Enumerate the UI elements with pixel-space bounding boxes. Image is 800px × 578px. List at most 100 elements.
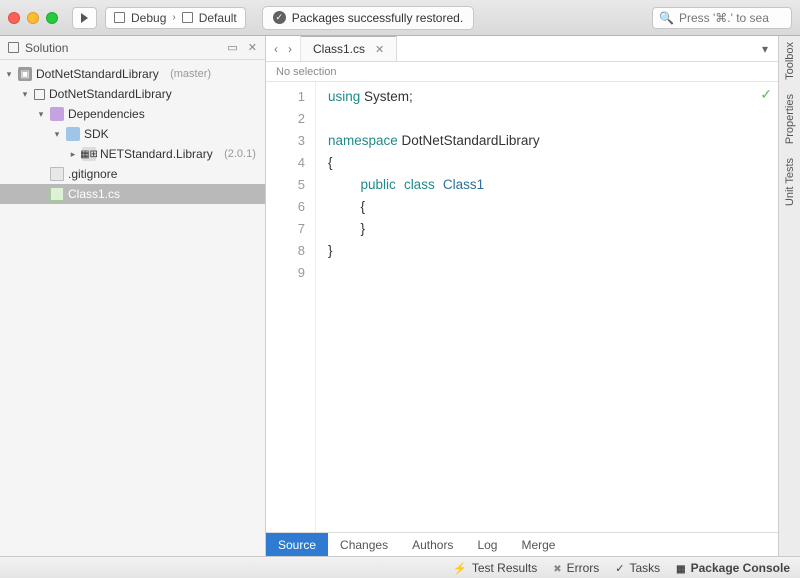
nav-back-button[interactable]: ‹ bbox=[274, 42, 278, 56]
disclosure-triangle-icon[interactable]: ▾ bbox=[52, 129, 62, 140]
configuration-selector[interactable]: Debug › Default bbox=[105, 7, 246, 29]
brace: { bbox=[328, 155, 333, 170]
global-search[interactable]: 🔍 bbox=[652, 7, 792, 29]
editor-tabstrip: ‹ › Class1.cs ✕ ▾ bbox=[266, 36, 778, 62]
status-errors[interactable]: Errors bbox=[553, 561, 599, 575]
class-name: Class1 bbox=[443, 177, 484, 192]
tab-title: Class1.cs bbox=[313, 42, 365, 56]
rail-unit-tests[interactable]: Unit Tests bbox=[784, 158, 796, 206]
config-icon bbox=[114, 12, 125, 23]
status-tasks[interactable]: Tasks bbox=[615, 561, 660, 575]
line-number: 5 bbox=[266, 174, 305, 196]
package-icon: ⊞ bbox=[82, 147, 96, 161]
csharp-file-icon bbox=[50, 187, 64, 201]
sdk-node[interactable]: ▾ SDK bbox=[0, 124, 265, 144]
disclosure-triangle-icon[interactable]: ▸ bbox=[68, 149, 78, 160]
line-number: 8 bbox=[266, 240, 305, 262]
config-label: Debug bbox=[131, 11, 166, 25]
rail-label: Toolbox bbox=[784, 42, 796, 80]
package-node[interactable]: ▸ ⊞ NETStandard.Library (2.0.1) bbox=[0, 144, 265, 164]
line-number: 4 bbox=[266, 152, 305, 174]
breadcrumb-bar[interactable]: No selection bbox=[266, 62, 778, 82]
dependencies-label: Dependencies bbox=[68, 107, 145, 121]
editor-area: ‹ › Class1.cs ✕ ▾ No selection ✓ 1 2 3 4… bbox=[266, 36, 778, 556]
bolt-icon bbox=[453, 561, 467, 575]
editor-tab-menu-button[interactable]: ▾ bbox=[752, 36, 778, 61]
dependencies-node[interactable]: ▾ Dependencies bbox=[0, 104, 265, 124]
folder-icon bbox=[50, 107, 64, 121]
chevron-right-icon: › bbox=[172, 12, 175, 23]
tab-changes[interactable]: Changes bbox=[328, 533, 400, 556]
breadcrumb-text: No selection bbox=[276, 66, 337, 78]
nav-forward-button[interactable]: › bbox=[288, 42, 292, 56]
line-number: 1 bbox=[266, 86, 305, 108]
rail-properties[interactable]: Properties bbox=[784, 94, 796, 144]
line-number: 2 bbox=[266, 108, 305, 130]
class1-node[interactable]: Class1.cs bbox=[0, 184, 265, 204]
rail-toolbox[interactable]: Toolbox bbox=[784, 42, 796, 80]
project-label: DotNetStandardLibrary bbox=[49, 87, 172, 101]
brace: } bbox=[361, 221, 366, 236]
status-bar: Test Results Errors Tasks Package Consol… bbox=[0, 556, 800, 578]
rail-label: Properties bbox=[784, 94, 796, 144]
zoom-window-button[interactable] bbox=[46, 12, 58, 24]
solution-pad: Solution ▭ ✕ ▾ ▣ DotNetStandardLibrary (… bbox=[0, 36, 266, 556]
brace: { bbox=[361, 199, 366, 214]
tab-merge[interactable]: Merge bbox=[509, 533, 567, 556]
solution-pad-header: Solution ▭ ✕ bbox=[0, 36, 265, 60]
pad-options-button[interactable]: ▭ bbox=[227, 41, 237, 54]
solution-node[interactable]: ▾ ▣ DotNetStandardLibrary (master) bbox=[0, 64, 265, 84]
search-input[interactable] bbox=[679, 11, 785, 25]
project-node[interactable]: ▾ DotNetStandardLibrary bbox=[0, 84, 265, 104]
main-area: Solution ▭ ✕ ▾ ▣ DotNetStandardLibrary (… bbox=[0, 36, 800, 556]
label: Test Results bbox=[472, 561, 537, 575]
kw-using: using bbox=[328, 89, 360, 104]
kw-public: public bbox=[361, 177, 396, 192]
status-test-results[interactable]: Test Results bbox=[453, 561, 537, 575]
label: Package Console bbox=[691, 561, 790, 575]
solution-icon: ▣ bbox=[18, 67, 32, 81]
disclosure-triangle-icon[interactable]: ▾ bbox=[20, 89, 30, 100]
package-version: (2.0.1) bbox=[224, 148, 256, 160]
gitignore-node[interactable]: .gitignore bbox=[0, 164, 265, 184]
solution-tree: ▾ ▣ DotNetStandardLibrary (master) ▾ Dot… bbox=[0, 60, 265, 208]
tab-close-button[interactable]: ✕ bbox=[375, 43, 384, 56]
check-icon bbox=[615, 561, 624, 575]
branch-label: (master) bbox=[170, 68, 211, 80]
disclosure-triangle-icon[interactable]: ▾ bbox=[36, 109, 46, 120]
disclosure-triangle-icon[interactable]: ▾ bbox=[4, 69, 14, 80]
code-content[interactable]: using System; namespace DotNetStandardLi… bbox=[316, 82, 778, 532]
target-icon bbox=[182, 12, 193, 23]
solution-pad-title: Solution bbox=[25, 41, 68, 55]
code-editor[interactable]: ✓ 1 2 3 4 5 6 7 8 9 using System; namesp… bbox=[266, 82, 778, 532]
pad-close-button[interactable]: ✕ bbox=[248, 41, 257, 54]
status-text: Packages successfully restored. bbox=[292, 11, 463, 25]
project-icon bbox=[34, 89, 45, 100]
play-icon bbox=[81, 13, 88, 23]
minimize-window-button[interactable] bbox=[27, 12, 39, 24]
ns-name: DotNetStandardLibrary bbox=[398, 133, 540, 148]
close-window-button[interactable] bbox=[8, 12, 20, 24]
titlebar: Debug › Default ✓ Packages successfully … bbox=[0, 0, 800, 36]
package-icon bbox=[676, 561, 685, 575]
success-icon: ✓ bbox=[273, 11, 286, 24]
search-icon: 🔍 bbox=[659, 11, 674, 25]
status-package-console[interactable]: Package Console bbox=[676, 561, 790, 575]
label: Errors bbox=[567, 561, 600, 575]
tab-source[interactable]: Source bbox=[266, 533, 328, 556]
tab-log[interactable]: Log bbox=[465, 533, 509, 556]
editor-tab-class1[interactable]: Class1.cs ✕ bbox=[301, 35, 397, 61]
tab-authors[interactable]: Authors bbox=[400, 533, 465, 556]
target-label: Default bbox=[199, 11, 237, 25]
line-number: 9 bbox=[266, 262, 305, 284]
gitignore-label: .gitignore bbox=[68, 167, 117, 181]
nav-arrows: ‹ › bbox=[266, 36, 301, 61]
file-icon bbox=[50, 167, 64, 181]
kw-class: class bbox=[404, 177, 435, 192]
run-button[interactable] bbox=[72, 7, 97, 29]
sdk-label: SDK bbox=[84, 127, 109, 141]
solution-label: DotNetStandardLibrary bbox=[36, 67, 159, 81]
right-rail: Toolbox Properties Unit Tests bbox=[778, 36, 800, 556]
line-number: 3 bbox=[266, 130, 305, 152]
label: Tasks bbox=[629, 561, 660, 575]
